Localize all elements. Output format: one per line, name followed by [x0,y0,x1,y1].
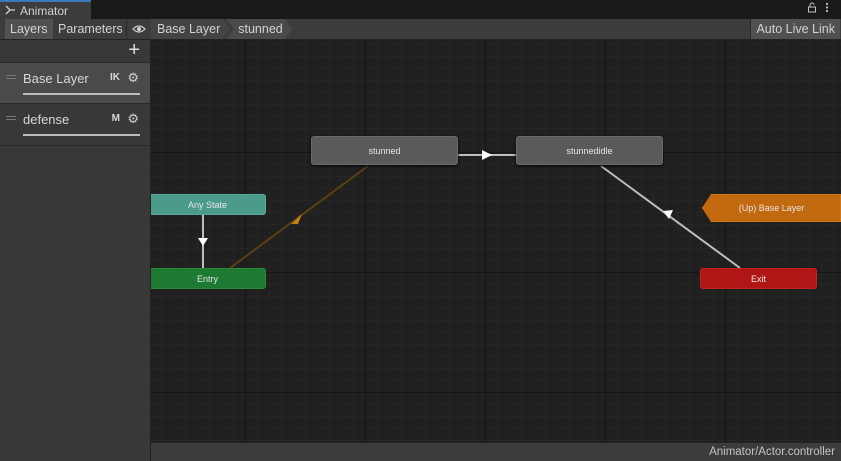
state-label: Exit [750,273,766,284]
layers-add-bar: + [0,40,150,62]
state-label: Entry [196,273,218,284]
entry-node[interactable]: Entry [151,268,266,289]
state-label: Any State [187,199,228,210]
transition-arrow [482,150,492,160]
eye-icon[interactable] [126,19,150,39]
exit-node[interactable]: Exit [700,268,817,289]
breadcrumb-stunned[interactable]: stunned [226,19,292,39]
plus-icon[interactable]: + [128,40,140,60]
breadcrumb: Base Layer stunned [151,19,293,39]
layer-item-defense[interactable]: defense M ⚙ [0,104,150,146]
window-tab-bar: Animator [0,0,841,19]
gear-icon[interactable]: ⚙ [127,111,139,127]
state-label: stunnedidle [566,145,613,156]
animator-toolbar: Layers Parameters Base Layer stunned Aut… [0,19,841,40]
layer-name: Base Layer [23,71,89,86]
layers-panel: + Base Layer IK ⚙ defense M ⚙ [0,40,151,461]
drag-handle-icon[interactable] [6,116,16,120]
tab-parameters[interactable]: Parameters [53,19,128,39]
tab-layers-label: Layers [10,22,48,36]
state-node-stunnedidle[interactable]: stunnedidle [516,136,663,165]
drag-handle-icon[interactable] [6,75,16,79]
breadcrumb-base-layer-label: Base Layer [157,22,221,36]
layer-weight-bar [23,134,140,136]
state-label: (Up) Base Layer [738,203,805,213]
kebab-menu-icon[interactable] [825,2,829,16]
auto-live-link-label: Auto Live Link [756,22,835,36]
lock-icon[interactable] [807,2,817,16]
tab-parameters-label: Parameters [58,22,123,36]
layer-item-base-layer[interactable]: Base Layer IK ⚙ [0,62,150,104]
layer-mask-flag: M [111,113,120,124]
layer-ik-flag: IK [110,72,120,83]
breadcrumb-base-layer[interactable]: Base Layer [151,19,230,39]
state-machine-graph[interactable]: stunned stunnedidle Any State Entry (Up)… [151,40,841,442]
controller-path: Animator/Actor.controller [709,446,835,458]
up-base-layer-node[interactable]: (Up) Base Layer [702,194,841,222]
transition-arrow [198,238,208,246]
animator-window-tab[interactable]: Animator [0,0,91,19]
transitions-layer [198,150,741,269]
any-state-node[interactable]: Any State [151,194,266,215]
layer-name: defense [23,112,70,127]
state-label: stunned [368,145,401,156]
state-node-stunned[interactable]: stunned [311,136,458,165]
auto-live-link-button[interactable]: Auto Live Link [750,19,840,39]
window-title: Animator [20,3,69,18]
gear-icon[interactable]: ⚙ [127,70,139,86]
status-bar: Animator/Actor.controller [151,442,841,461]
layer-weight-bar [23,93,140,95]
breadcrumb-stunned-label: stunned [238,22,283,36]
animator-icon [5,4,16,18]
tab-layers[interactable]: Layers [5,19,53,39]
